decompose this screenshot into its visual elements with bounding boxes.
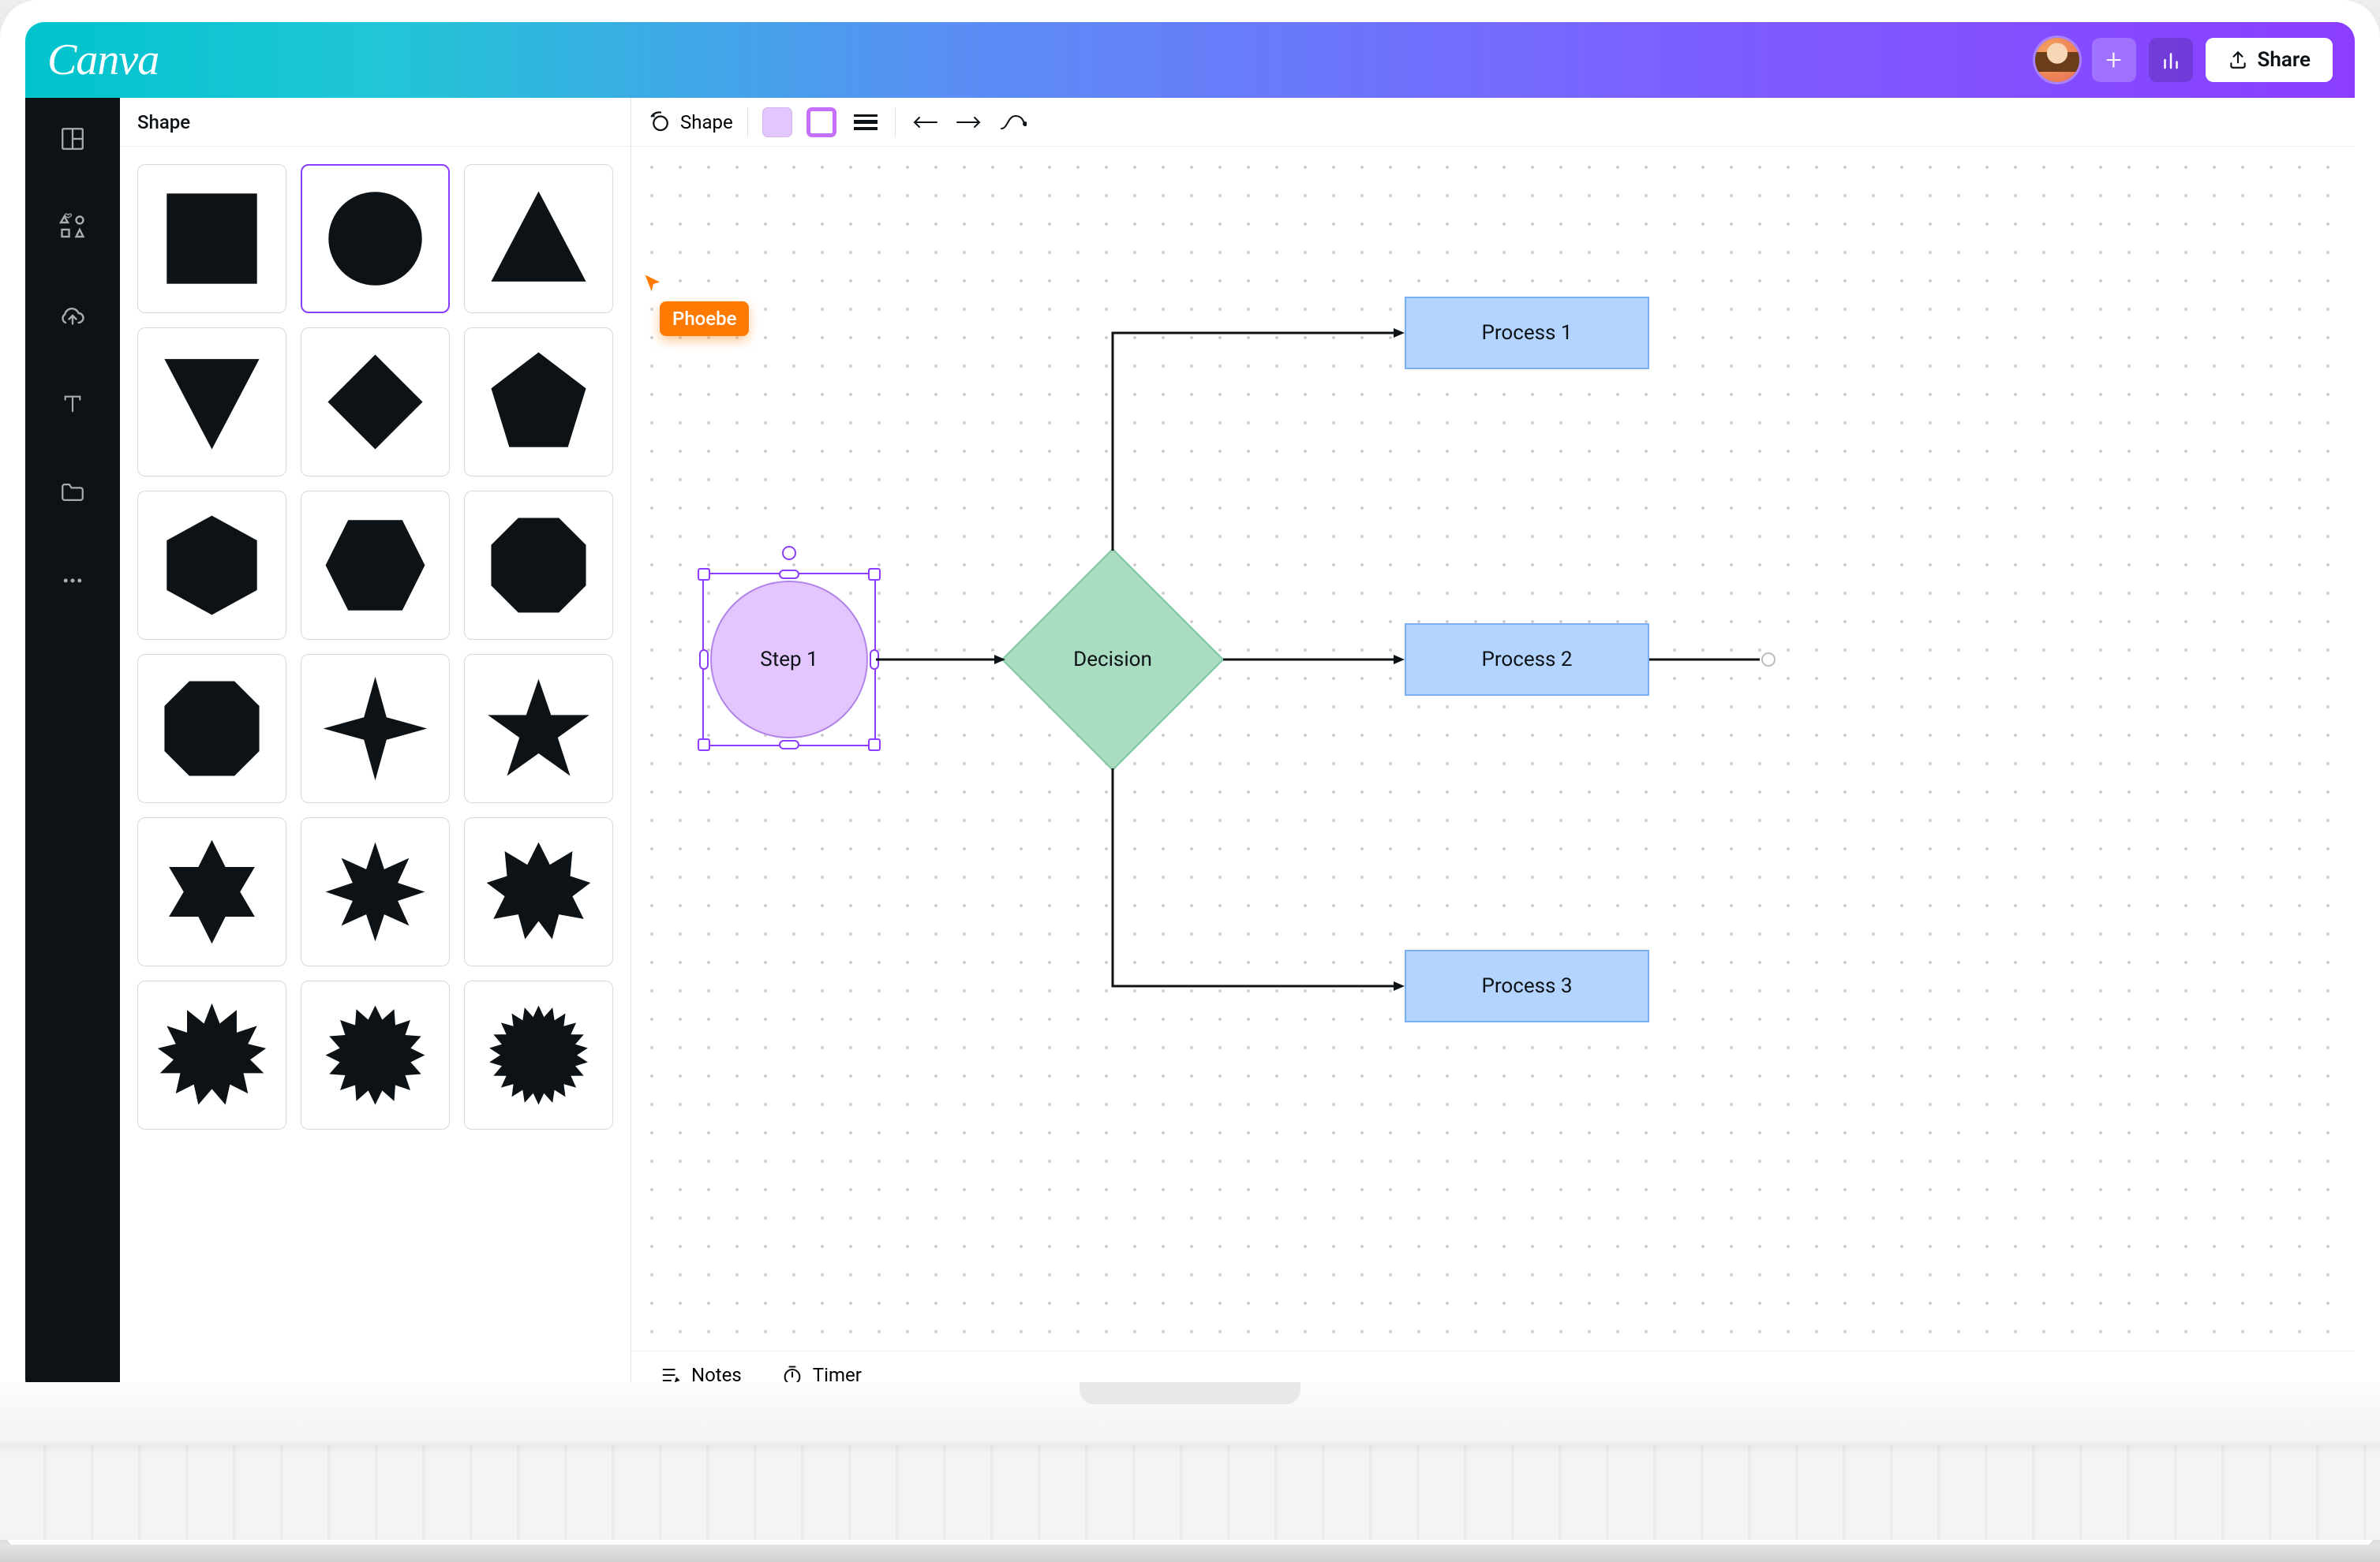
shape-panel: Shape [120,98,631,1398]
upload-icon [2228,50,2248,70]
border-weight-button[interactable] [851,110,881,134]
rotate-handle[interactable] [782,546,796,560]
resize-handle-n[interactable] [779,570,799,579]
resize-handle-s[interactable] [779,740,799,749]
node-process-3[interactable]: Process 3 [1405,950,1649,1022]
brand-logo[interactable]: Canva [47,35,159,85]
notes-icon [660,1364,682,1386]
insights-button[interactable] [2149,38,2193,82]
avatar[interactable] [2035,38,2079,82]
add-button[interactable]: + [2092,38,2136,82]
resize-handle-w[interactable] [699,649,709,670]
shape-type-dropdown[interactable]: Shape [649,110,733,134]
timer-icon [781,1364,803,1386]
fill-color-swatch[interactable] [762,107,792,137]
shape-star8[interactable] [301,817,450,966]
timer-label: Timer [813,1364,862,1386]
laptop-base [0,1382,2380,1556]
node-process-2[interactable]: Process 2 [1405,623,1649,696]
shape-burst9[interactable] [464,817,613,966]
process2-label: Process 2 [1481,648,1572,671]
rail-uploads[interactable] [54,297,92,334]
notes-label: Notes [691,1364,742,1386]
shape-swap-icon [649,110,672,134]
topbar: Canva + Share [25,22,2355,98]
shape-star4[interactable] [301,654,450,803]
layout-icon [59,125,86,152]
text-icon [60,391,85,417]
shape-diamond[interactable] [301,327,450,476]
line-start-button[interactable] [910,110,940,134]
shape-type-label: Shape [680,111,733,133]
rail-more[interactable] [54,562,92,600]
toolbar-divider [747,108,748,136]
decision-label: Decision [1073,648,1152,671]
arrow-left-icon [911,114,938,130]
shape-hexagon-rot[interactable] [301,491,450,640]
line-type-button[interactable] [998,110,1028,134]
bottombar: Notes Timer [631,1351,2355,1398]
topbar-right: + Share [2035,38,2333,82]
shapes-icon [58,213,87,241]
cloud-upload-icon [58,301,87,330]
process1-label: Process 1 [1481,321,1572,345]
notes-button[interactable]: Notes [660,1364,742,1386]
shape-burst12[interactable] [137,981,286,1130]
arrow-decision-to-p2[interactable] [1223,652,1413,675]
rail-text[interactable] [54,385,92,423]
folder-icon [59,479,86,506]
arrow-right-icon [956,114,982,130]
curved-line-icon [1000,113,1027,132]
border-color-swatch[interactable] [806,107,836,137]
line-endpoint[interactable] [1761,652,1776,667]
rail-projects[interactable] [54,473,92,511]
canvas[interactable]: Phoebe [631,147,2355,1351]
arrow-decision-to-p3[interactable] [1105,768,1413,1005]
panel-title: Shape [120,98,631,147]
process3-label: Process 3 [1481,974,1572,998]
rail-elements[interactable] [54,208,92,246]
toolbar-divider-2 [895,108,896,136]
arrow-decision-to-p1[interactable] [1105,320,1413,557]
editor: Shape [631,98,2355,1398]
shape-star5[interactable] [464,654,613,803]
arrow-p2-out[interactable] [1649,652,1776,675]
shape-star6[interactable] [137,817,286,966]
shape-triangle[interactable] [464,164,613,313]
side-rail [25,98,120,1398]
selection-box [702,573,876,746]
rail-templates[interactable] [54,120,92,158]
node-process-1[interactable]: Process 1 [1405,297,1649,369]
shape-burst20[interactable] [464,981,613,1130]
ellipsis-icon [61,569,84,592]
body: Shape [25,98,2355,1398]
shape-circle[interactable] [301,164,450,313]
shape-octagon[interactable] [464,491,613,640]
app-screen: Canva + Share [25,22,2355,1398]
lines-icon [854,114,878,130]
resize-handle-sw[interactable] [698,738,710,751]
laptop-frame: Canva + Share [0,0,2380,1556]
resize-handle-ne[interactable] [868,568,881,581]
shape-triangle-down[interactable] [137,327,286,476]
arrow-step-to-decision[interactable] [876,652,1010,675]
share-button[interactable]: Share [2206,38,2333,82]
share-label: Share [2258,48,2311,72]
shape-hexagon[interactable] [137,491,286,640]
line-end-button[interactable] [954,110,984,134]
shape-pentagon[interactable] [464,327,613,476]
resize-handle-nw[interactable] [698,568,710,581]
node-step1[interactable]: Step 1 [702,573,876,746]
context-toolbar: Shape [631,98,2355,147]
timer-button[interactable]: Timer [781,1364,862,1386]
shape-square[interactable] [137,164,286,313]
shape-burst16[interactable] [301,981,450,1130]
plus-icon: + [2105,43,2121,77]
resize-handle-se[interactable] [868,738,881,751]
node-decision[interactable]: Decision [1002,549,1223,770]
shape-grid [120,147,631,1398]
bar-chart-icon [2159,48,2183,72]
shape-rounded-octagon[interactable] [137,654,286,803]
